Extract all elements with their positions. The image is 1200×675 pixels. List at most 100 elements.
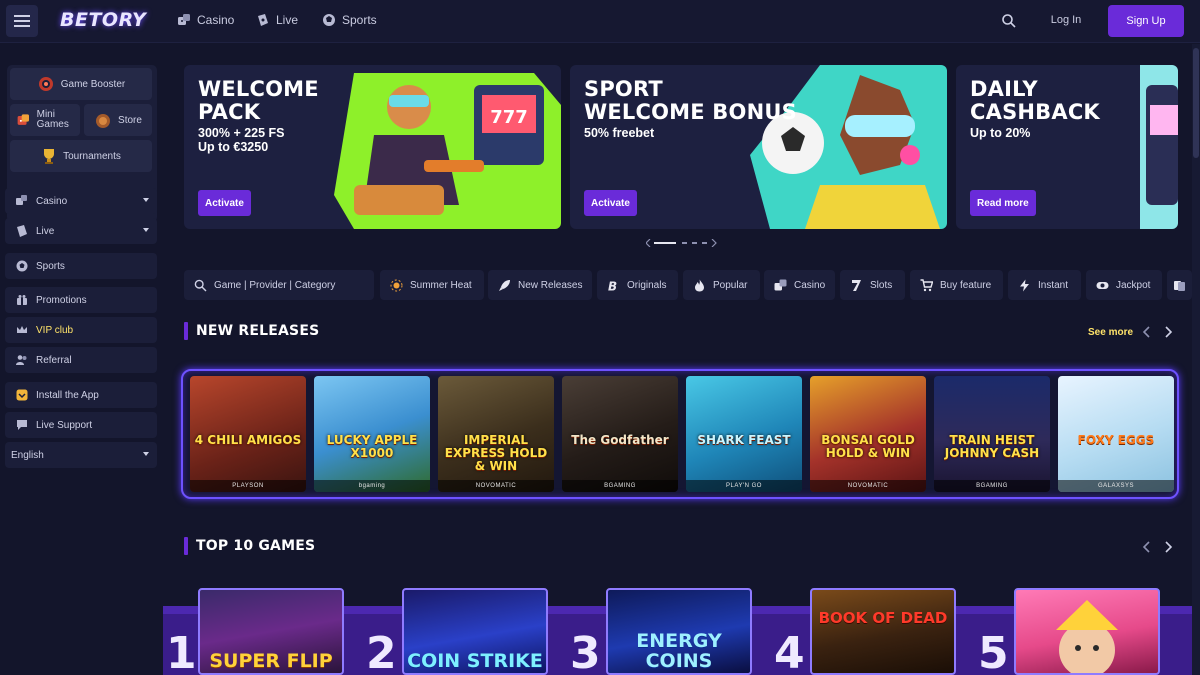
sidebar-item-label: Sports bbox=[36, 260, 65, 272]
category-label: Slots bbox=[870, 279, 893, 291]
scrollbar-thumb[interactable] bbox=[1193, 48, 1199, 158]
rank-number: 4 bbox=[774, 628, 805, 675]
target-icon bbox=[38, 77, 53, 91]
chevron-down-icon bbox=[143, 452, 149, 456]
category-slots[interactable]: Slots bbox=[840, 270, 905, 300]
game-card[interactable]: BONSAI GOLD HOLD & WIN NOVOMATIC bbox=[810, 376, 926, 492]
promo-banner-sport-welcome-bonus[interactable]: SPORT WELCOME BONUS 50% freebet Activate bbox=[570, 65, 947, 229]
game-card[interactable]: The Godfather BGAMING bbox=[562, 376, 678, 492]
hamburger-icon bbox=[14, 15, 30, 27]
tournaments-tile[interactable]: Tournaments bbox=[10, 140, 152, 172]
sidebar-item-live[interactable]: Live bbox=[5, 218, 157, 244]
chevron-down-icon bbox=[143, 198, 149, 202]
activate-button[interactable]: Activate bbox=[198, 190, 251, 216]
chevron-right-icon[interactable] bbox=[1162, 541, 1174, 553]
game-card[interactable]: LUCKY APPLE X1000 bgaming bbox=[314, 376, 430, 492]
game-search-input[interactable]: Game | Provider | Category bbox=[184, 270, 374, 300]
sidebar-item-promotions[interactable]: Promotions bbox=[5, 287, 157, 313]
chevron-right-icon[interactable] bbox=[1162, 326, 1174, 338]
see-more-link[interactable]: See more bbox=[1088, 327, 1133, 338]
game-card[interactable]: 4 CHILI AMIGOS PLAYSON bbox=[190, 376, 306, 492]
activate-button[interactable]: Activate bbox=[584, 190, 637, 216]
login-button[interactable]: Log In bbox=[1040, 14, 1092, 26]
category-originals[interactable]: B Originals bbox=[597, 270, 678, 300]
page-scrollbar[interactable] bbox=[1192, 44, 1200, 675]
svg-text:B: B bbox=[608, 279, 617, 292]
nav-live[interactable]: Live bbox=[256, 13, 298, 27]
banner-subtitle: 300% + 225 FS Up to €3250 bbox=[198, 126, 285, 154]
sidebar-item-label: Live bbox=[36, 225, 55, 237]
slot-machine-illustration bbox=[1140, 65, 1178, 229]
category-instant[interactable]: Instant bbox=[1008, 270, 1081, 300]
dice-icon bbox=[178, 14, 190, 25]
signup-button[interactable]: Sign Up bbox=[1108, 5, 1184, 37]
nav-sports[interactable]: Sports bbox=[322, 13, 377, 27]
live-cards-icon bbox=[258, 14, 268, 26]
sidebar-item-label: Casino bbox=[36, 195, 68, 207]
category-label: Summer Heat bbox=[410, 279, 472, 291]
top-game-card[interactable] bbox=[1014, 588, 1160, 675]
store-tile[interactable]: Store bbox=[84, 104, 152, 136]
crown-icon bbox=[17, 326, 27, 333]
sidebar-item-label: Live Support bbox=[36, 419, 93, 431]
game-provider: PLAYSON bbox=[190, 480, 306, 492]
top-game-card[interactable]: SUPER FLIP bbox=[198, 588, 344, 675]
game-provider: BGAMING bbox=[562, 480, 678, 492]
top-bar: BETORY Casino Live Sports Log In Sign Up bbox=[0, 0, 1200, 43]
game-provider: PLAY'N GO bbox=[686, 480, 802, 492]
game-title: BONSAI GOLD HOLD & WIN bbox=[821, 433, 915, 460]
sidebar-item-label: Referral bbox=[36, 354, 72, 366]
nav-casino[interactable]: Casino bbox=[177, 13, 234, 27]
top-game-card[interactable]: BOOK OF DEAD bbox=[810, 588, 956, 675]
game-title: ENERGY COINS bbox=[636, 630, 722, 672]
game-title: COIN STRIKE bbox=[407, 650, 543, 672]
game-card[interactable]: FOXY EGGS GALAXSYS bbox=[1058, 376, 1174, 492]
sidebar-item-vip-club[interactable]: VIP club bbox=[5, 317, 157, 343]
category-buy-feature[interactable]: Buy feature bbox=[910, 270, 1003, 300]
category-popular[interactable]: Popular bbox=[683, 270, 760, 300]
dice-icon bbox=[774, 279, 787, 290]
game-title: 4 CHILI AMIGOS bbox=[194, 433, 302, 447]
game-title: FOXY EGGS bbox=[1077, 433, 1155, 447]
chevron-left-icon[interactable] bbox=[1141, 326, 1153, 338]
banner-title: DAILY CASHBACK bbox=[970, 77, 1100, 124]
game-title: The Godfather bbox=[571, 433, 669, 447]
sidebar-item-sports[interactable]: Sports bbox=[5, 253, 157, 279]
sidebar-item-label: Install the App bbox=[36, 389, 99, 401]
category-label: Buy feature bbox=[940, 279, 992, 291]
jester-illustration bbox=[1056, 600, 1118, 673]
read-more-button[interactable]: Read more bbox=[970, 190, 1036, 216]
nav-sports-label: Sports bbox=[342, 13, 377, 27]
fire-icon bbox=[695, 279, 704, 291]
language-select[interactable]: English bbox=[5, 442, 157, 468]
game-card[interactable]: SHARK FEAST PLAY'N GO bbox=[686, 376, 802, 492]
category-more[interactable] bbox=[1167, 270, 1192, 300]
game-card[interactable]: TRAIN HEIST JOHNNY CASH BGAMING bbox=[934, 376, 1050, 492]
sidebar-item-casino[interactable]: Casino bbox=[5, 188, 157, 214]
game-booster-tile[interactable]: Game Booster bbox=[10, 68, 152, 100]
mini-games-tile[interactable]: Mini Games bbox=[10, 104, 80, 136]
category-summer-heat[interactable]: Summer Heat bbox=[380, 270, 484, 300]
banner-pagination[interactable] bbox=[646, 239, 718, 247]
category-casino[interactable]: Casino bbox=[764, 270, 835, 300]
coin-bag-icon bbox=[96, 114, 111, 128]
chevron-left-icon[interactable] bbox=[1141, 541, 1153, 553]
category-new-releases[interactable]: New Releases bbox=[488, 270, 592, 300]
sidebar-item-live-support[interactable]: Live Support bbox=[5, 412, 157, 438]
sidebar-item-install-app[interactable]: Install the App bbox=[5, 382, 157, 408]
top-game-card[interactable]: ENERGY COINS bbox=[606, 588, 752, 675]
new-releases-heading: NEW RELEASES bbox=[184, 322, 319, 340]
category-jackpot[interactable]: Jackpot bbox=[1086, 270, 1162, 300]
sidebar-item-label: Promotions bbox=[36, 294, 87, 306]
top-game-card[interactable]: COIN STRIKE bbox=[402, 588, 548, 675]
promo-banner-welcome-pack[interactable]: 777 WELCOME PACK 300% + 225 FS Up to €3250… bbox=[184, 65, 561, 229]
site-logo[interactable]: BETORY bbox=[60, 9, 146, 31]
search-icon[interactable] bbox=[1001, 13, 1017, 29]
game-card[interactable]: IMPERIAL EXPRESS HOLD & WIN NOVOMATIC bbox=[438, 376, 554, 492]
sidebar-item-referral[interactable]: Referral bbox=[5, 347, 157, 373]
sun-icon bbox=[390, 279, 403, 291]
promo-banner-daily-cashback[interactable]: DAILY CASHBACK Up to 20% Read more bbox=[956, 65, 1178, 229]
menu-toggle-button[interactable] bbox=[6, 5, 38, 37]
gamer-illustration: 777 bbox=[334, 73, 561, 229]
search-icon bbox=[194, 279, 207, 291]
